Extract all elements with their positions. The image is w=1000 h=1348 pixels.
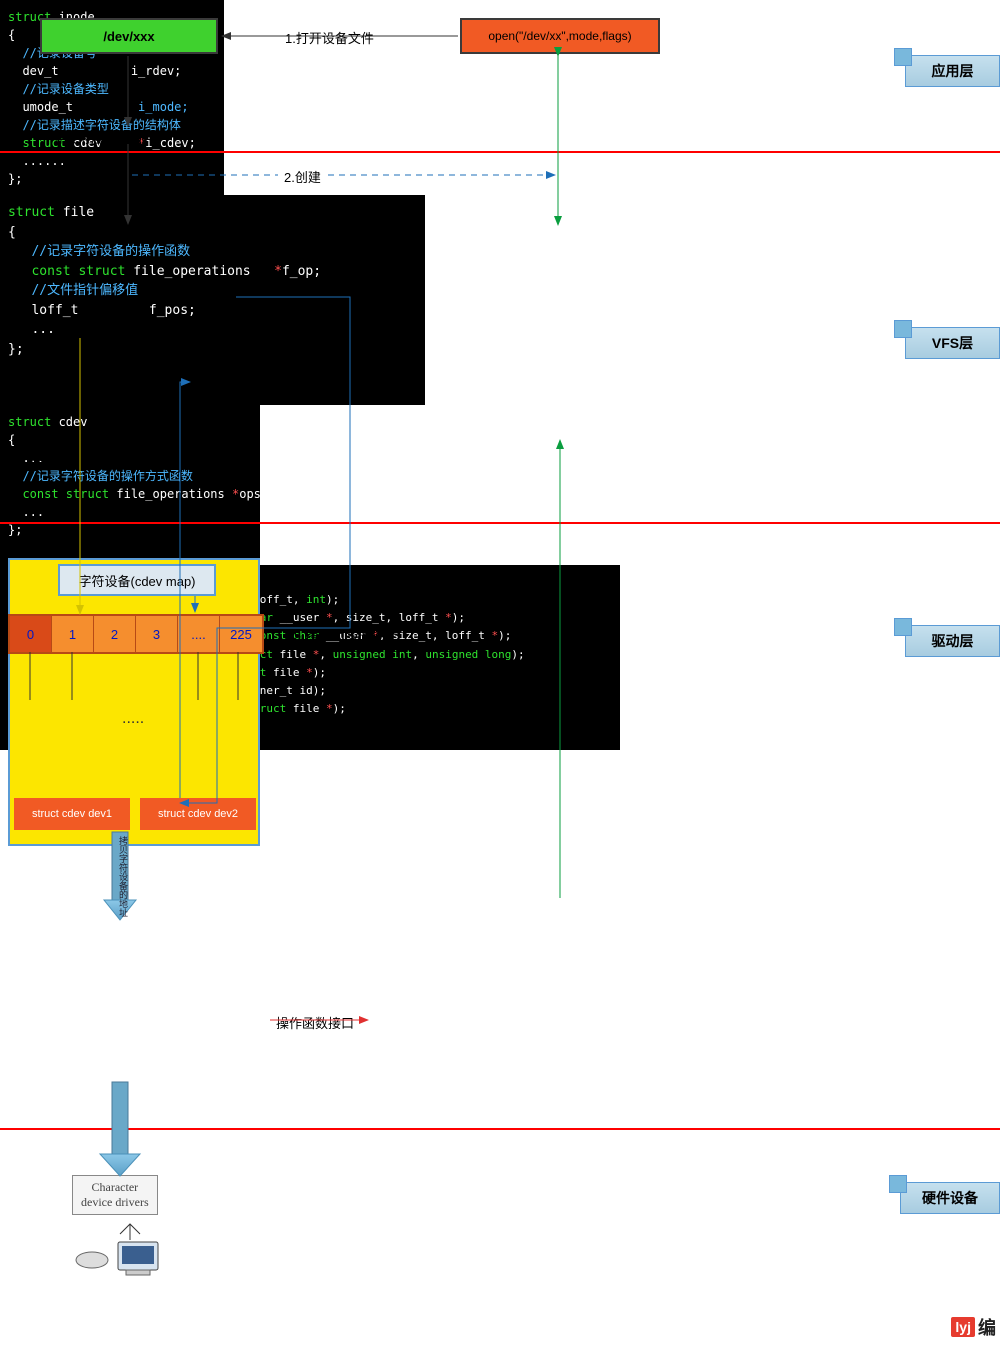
hardware-icon	[70, 1222, 180, 1277]
label-3: 3.确定是字符设备	[8, 445, 110, 464]
dev-file-label: /dev/xxx	[103, 29, 154, 44]
layer-drv: 驱动层	[905, 625, 1000, 657]
layer-app: 应用层	[905, 55, 1000, 87]
label-5b: 5.拷贝操作函数的地址	[490, 615, 618, 634]
label-5a: 5.拷贝cdev的地址	[294, 625, 397, 644]
label-2: 2.创建	[284, 167, 321, 186]
cdev-map-label: 字符设备(cdev map)	[78, 571, 195, 590]
idx-dots: ....	[178, 616, 220, 652]
idx-0: 0	[10, 616, 52, 652]
idx-225: 225	[220, 616, 262, 652]
struct-cdev-dev2: struct cdev dev2	[140, 798, 256, 830]
layer-vfs-label: VFS层	[932, 333, 973, 353]
map-dots: .....	[122, 710, 144, 728]
dev-file-box: /dev/xxx	[40, 18, 218, 54]
layer-tab-app	[894, 48, 912, 66]
cdev2-label: struct cdev dev2	[158, 808, 238, 820]
cdev-index-row: 0 1 2 3 .... 225	[8, 614, 264, 654]
label-8: 操作函数接口	[276, 1013, 354, 1032]
layer-tab-vfs	[894, 320, 912, 338]
watermark-text: 编	[978, 1314, 996, 1340]
open-call-label: open("/dev/xx",mode,flags)	[488, 29, 631, 43]
idx-2: 2	[94, 616, 136, 652]
layer-hw-label: 硬件设备	[922, 1188, 978, 1208]
label-1: 1.打开设备文件	[285, 28, 374, 47]
copy-addr-label: 拷贝字符设备的地址	[115, 836, 127, 917]
watermark-icon: lyj	[951, 1317, 975, 1337]
idx-1: 1	[52, 616, 94, 652]
open-call-box: open("/dev/xx",mode,flags)	[460, 18, 660, 54]
char-device-drivers: Character device drivers	[72, 1175, 158, 1215]
cdev-map-title: 字符设备(cdev map)	[58, 564, 216, 596]
layer-hw: 硬件设备	[900, 1182, 1000, 1214]
layer-tab-hw	[889, 1175, 907, 1193]
layer-app-label: 应用层	[932, 61, 974, 81]
label-4: 4.寻找对应的字符设备	[266, 368, 394, 387]
watermark: lyj 编	[951, 1314, 996, 1340]
struct-cdev-box: struct cdev { ... //记录字符设备的操作方式函数 const …	[0, 405, 260, 565]
layer-drv-label: 驱动层	[932, 631, 974, 651]
layer-tab-drv	[894, 618, 912, 636]
divider-2	[0, 522, 1000, 524]
layer-vfs: VFS层	[905, 327, 1000, 359]
divider-3	[0, 1128, 1000, 1130]
idx-3: 3	[136, 616, 178, 652]
label-inode: 寻找对应的inode	[52, 128, 149, 147]
cdev1-label: struct cdev dev1	[32, 808, 112, 820]
divider-1	[0, 151, 1000, 153]
struct-cdev-dev1: struct cdev dev1	[14, 798, 130, 830]
